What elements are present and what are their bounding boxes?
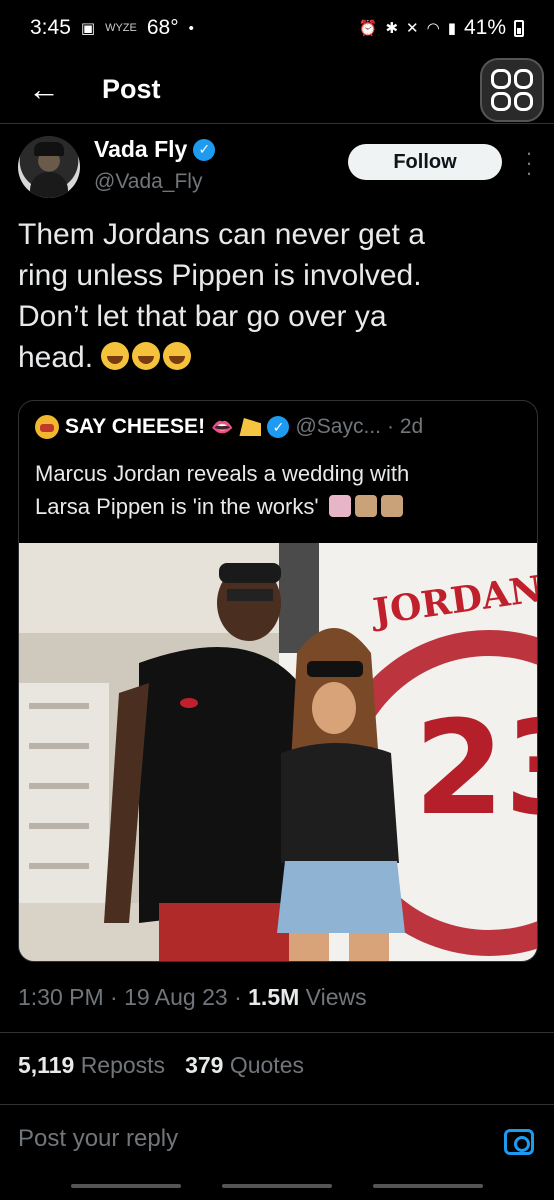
avatar[interactable]	[18, 136, 80, 198]
back-nav[interactable]	[373, 1184, 484, 1188]
signal-icon: ▮	[447, 20, 456, 37]
recents-nav[interactable]	[70, 1184, 181, 1188]
wifi-icon: ◠	[426, 20, 440, 37]
post-text-line: Them Jordans can never get a	[18, 218, 425, 251]
quotes-count: 379	[185, 1052, 224, 1078]
cheese-emoji-icon	[239, 418, 262, 436]
verified-badge-icon: ✓	[193, 138, 216, 161]
battery-percent: 41%	[463, 16, 506, 39]
status-time: 3:45	[30, 16, 71, 39]
bluetooth-icon: ✱	[385, 20, 399, 37]
reposts-count: 5,119	[18, 1052, 75, 1078]
quoted-post-header: SAY CHEESE! 👄 ✓ @Sayc... · 2d	[35, 415, 525, 439]
bride-emoji-icon	[354, 495, 377, 517]
post-text: Them Jordans can never get a ring unless…	[18, 214, 538, 378]
quoted-post[interactable]: SAY CHEESE! 👄 ✓ @Sayc... · 2d Marcus Jor…	[18, 400, 538, 962]
tears-of-joy-emoji-icon	[163, 342, 192, 370]
alarm-icon: ⏰	[358, 20, 378, 37]
svg-text:23: 23	[414, 692, 538, 844]
status-bar: 3:45 ▣ WYZE 68° • ⏰ ✱ ✕ ◠ ▮ 41%	[0, 0, 554, 56]
post-text-line: Don’t let that bar go over ya	[18, 300, 387, 333]
battery-icon	[514, 19, 524, 37]
arrow-left-icon[interactable]: ←	[24, 70, 64, 110]
quoted-text-line: Larsa Pippen is 'in the works'	[35, 494, 319, 519]
quoted-text-line: Marcus Jordan reveals a wedding with	[35, 461, 410, 486]
quoted-post-photo[interactable]: JORDAN 23	[19, 543, 538, 962]
grok-icon[interactable]	[480, 58, 544, 122]
quoted-avatar[interactable]	[35, 415, 59, 439]
quoted-author-name: SAY CHEESE!	[65, 415, 206, 438]
wedding-emoji-icon	[328, 495, 351, 517]
tears-of-joy-emoji-icon	[132, 342, 161, 370]
divider	[0, 1032, 554, 1033]
author-handle[interactable]: @Vada_Fly	[94, 170, 202, 194]
page-title: Post	[102, 74, 161, 104]
camera-icon[interactable]	[504, 1129, 534, 1155]
views-count: 1.5M	[248, 984, 300, 1010]
post-stats: 5,119 Reposts 379 Quotes	[18, 1052, 304, 1079]
tears-of-joy-emoji-icon	[101, 342, 130, 370]
wyze-icon: WYZE	[105, 22, 137, 34]
follow-button[interactable]: Follow	[348, 144, 502, 180]
author-name[interactable]: Vada Fly ✓	[94, 136, 216, 163]
reposts-stat[interactable]: 5,119 Reposts	[18, 1052, 165, 1079]
reply-bar: Post your reply	[0, 1104, 554, 1180]
post-timestamp: 1:30 PM · 19 Aug 23 ·	[18, 984, 242, 1010]
more-options-icon[interactable]: · · ·	[520, 142, 538, 184]
weather-temp: 68°	[146, 16, 179, 39]
author-name-text: Vada Fly	[94, 136, 188, 162]
views-label: Views	[305, 984, 367, 1010]
quoted-author-handle: @Sayc...	[295, 415, 381, 438]
post-author: Vada Fly ✓ @Vada_Fly Follow · · ·	[18, 136, 538, 200]
quoted-post-time: · 2d	[387, 415, 424, 438]
post-header: ← Post	[0, 56, 554, 124]
reply-input[interactable]: Post your reply	[18, 1125, 478, 1161]
quotes-label: Quotes	[229, 1052, 304, 1078]
post-meta: 1:30 PM · 19 Aug 23 · 1.5M Views	[18, 984, 367, 1011]
dot-icon: •	[188, 19, 194, 37]
post-text-line: ring unless Pippen is involved.	[18, 259, 422, 292]
reposts-label: Reposts	[80, 1052, 166, 1078]
post-text-line: head.	[18, 341, 94, 374]
quotes-stat[interactable]: 379 Quotes	[185, 1052, 304, 1079]
home-nav[interactable]	[221, 1184, 332, 1188]
lips-emoji-icon: 👄	[211, 416, 234, 437]
groom-emoji-icon	[380, 495, 403, 517]
verified-badge-icon: ✓	[267, 416, 290, 438]
mute-icon: ✕	[406, 20, 419, 37]
system-nav-bar	[0, 1184, 554, 1200]
voicemail-icon: ▣	[80, 20, 96, 37]
quoted-post-text: Marcus Jordan reveals a wedding with Lar…	[35, 457, 523, 523]
